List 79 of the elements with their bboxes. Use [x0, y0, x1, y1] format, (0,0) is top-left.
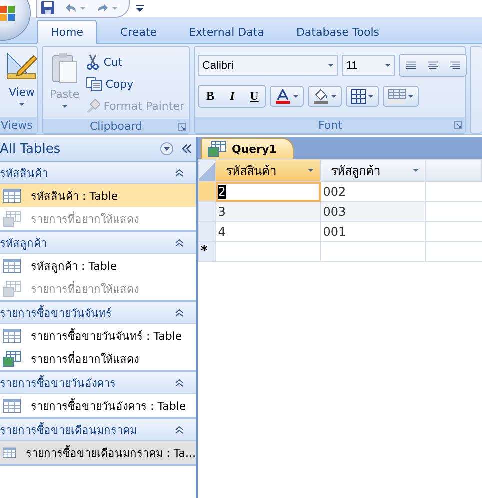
- column-header[interactable]: รหัสลูกค้า: [320, 160, 426, 182]
- nav-item[interactable]: รหัสสินค้า : Table: [0, 184, 196, 207]
- table-cell: 3: [216, 202, 321, 222]
- ribbon-tab[interactable]: External Data: [180, 21, 274, 43]
- table-cell: 003: [320, 202, 426, 222]
- font-color-button[interactable]: [270, 86, 304, 107]
- column-header[interactable]: รหัสสินค้า: [216, 160, 321, 182]
- nav-item[interactable]: รายการซื้อขายเดือนมกราคม : Ta...: [0, 441, 196, 464]
- scissors-icon: [86, 54, 100, 70]
- query-icon: [3, 350, 21, 366]
- group-header[interactable]: รหัสลูกค้า: [0, 232, 196, 254]
- table-cell: 002: [320, 182, 426, 202]
- font-size-dropdown[interactable]: 11: [342, 55, 396, 76]
- caret-icon: [385, 64, 392, 67]
- caret-icon: [19, 103, 25, 106]
- group-label: Clipboard: [90, 120, 143, 132]
- table-icon: [3, 188, 21, 202]
- gridlines-button[interactable]: [346, 86, 380, 107]
- font-name-dropdown[interactable]: Calibri: [198, 55, 338, 76]
- collapse-pane-icon[interactable]: [182, 144, 192, 154]
- nav-item[interactable]: รายการที่อยากให้แสดง: [0, 347, 196, 370]
- ruler-pencil-icon: [6, 52, 38, 82]
- caret-icon: [331, 95, 338, 98]
- nav-item[interactable]: รหัสลูกค้า : Table: [0, 254, 196, 277]
- group-header[interactable]: รายการซื้อขายวันอังคาร: [0, 372, 196, 394]
- table-rows-icon: [388, 89, 406, 104]
- bold-button[interactable]: B: [199, 86, 222, 107]
- query-icon: [3, 280, 21, 296]
- caret-icon: [328, 64, 334, 67]
- query-icon: [208, 141, 226, 157]
- fill-color-button[interactable]: [308, 86, 342, 107]
- table-icon: [3, 258, 21, 272]
- caret-icon: [408, 95, 414, 98]
- clipboard-icon: [52, 52, 78, 84]
- caret-icon: [293, 95, 300, 98]
- group-header[interactable]: รหัสสินค้า: [0, 162, 196, 184]
- ribbon-tab[interactable]: Create: [111, 21, 166, 43]
- logo: [0, 6, 16, 22]
- view-button[interactable]: View: [2, 50, 42, 114]
- paint-bucket-icon: [313, 88, 330, 104]
- table-icon: [3, 398, 21, 412]
- table-cell: 4: [216, 222, 321, 242]
- nav-item[interactable]: รายการซื้อขายวันอังคาร : Table: [0, 394, 196, 417]
- nav-item[interactable]: รายการซื้อขายวันจันทร์ : Table: [0, 324, 196, 347]
- font-color-icon: [275, 88, 292, 104]
- group-header[interactable]: รายการซื้อขายวันจันทร์: [0, 302, 196, 324]
- ribbon-tab[interactable]: Database Tools: [287, 21, 389, 43]
- redo-icon[interactable]: [95, 2, 119, 14]
- ribbon-tab[interactable]: Home: [37, 20, 98, 44]
- align-icon: [450, 60, 460, 71]
- dialog-launcher-icon[interactable]: [178, 123, 186, 131]
- cut-button[interactable]: Cut: [84, 52, 186, 72]
- caret-icon: [413, 169, 420, 172]
- pane-title: All Tables: [0, 142, 61, 156]
- align-icon: [428, 60, 438, 71]
- table-cell: 2: [216, 182, 321, 202]
- table-icon: [3, 328, 21, 342]
- query-icon: [3, 210, 21, 226]
- underline-button[interactable]: U: [243, 86, 266, 107]
- table-icon: [3, 446, 16, 460]
- dialog-launcher-icon[interactable]: [454, 121, 462, 129]
- group-label: Views: [1, 118, 33, 132]
- customize-dropdown-icon[interactable]: [136, 4, 144, 12]
- table-cell: 001: [320, 222, 426, 242]
- group-header[interactable]: รายการซื้อขายเดือนมกราคม: [0, 419, 196, 441]
- new-record-selector: *: [198, 242, 216, 262]
- brush-icon: [86, 99, 100, 113]
- copy-icon: [86, 77, 102, 91]
- italic-button[interactable]: I: [221, 86, 244, 107]
- caret-icon: [368, 95, 374, 98]
- copy-button[interactable]: Copy: [84, 74, 186, 94]
- align-icon: [406, 60, 416, 71]
- grid-icon: [351, 89, 366, 104]
- caret-icon: [308, 169, 314, 172]
- save-icon[interactable]: [41, 1, 55, 15]
- dropdown-icon[interactable]: [160, 142, 174, 156]
- caret-icon: [62, 105, 68, 108]
- document-tab[interactable]: Query1: [201, 138, 294, 159]
- group-label: Font: [318, 118, 342, 132]
